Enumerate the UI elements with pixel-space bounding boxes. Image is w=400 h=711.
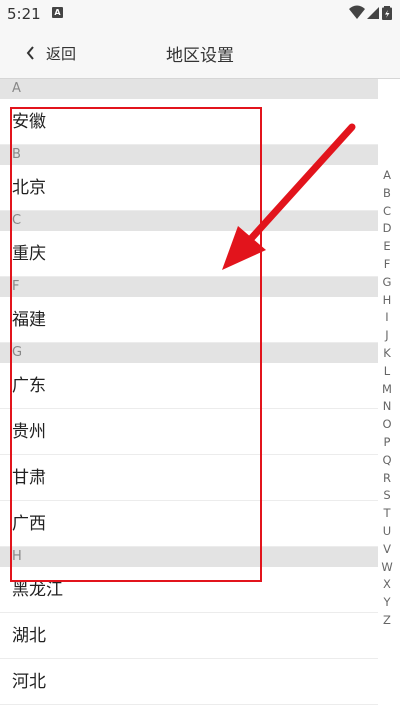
alphabet-index[interactable]: ABCDEFGHIJKLMNOPQRSTUVWXYZ xyxy=(380,167,394,630)
page-title: 地区设置 xyxy=(166,46,234,66)
alphabet-index-letter[interactable]: B xyxy=(383,185,391,203)
wifi-icon xyxy=(349,5,365,19)
region-item[interactable]: 湖北 xyxy=(0,613,378,659)
alphabet-index-letter[interactable]: G xyxy=(383,274,392,292)
section-header: C xyxy=(0,211,378,231)
region-list[interactable]: A 安徽 B 北京 C 重庆 F 福建 G 广东 贵州 甘肃 广西 H 黑龙江 湖北 河北 xyxy=(0,79,378,711)
alphabet-index-letter[interactable]: U xyxy=(383,523,391,541)
alphabet-index-letter[interactable]: C xyxy=(383,203,391,221)
alphabet-index-letter[interactable]: V xyxy=(383,541,391,559)
region-item[interactable]: 河北 xyxy=(0,659,378,705)
app-header: 返回 地区设置 xyxy=(0,28,400,79)
battery-icon xyxy=(382,6,392,20)
status-bar: 5:21 A xyxy=(0,0,400,28)
alphabet-index-letter[interactable]: E xyxy=(383,238,390,256)
region-item[interactable]: 广西 xyxy=(0,501,378,547)
alphabet-index-letter[interactable]: Q xyxy=(382,452,391,470)
signal-icon xyxy=(367,7,379,19)
alphabet-index-letter[interactable]: W xyxy=(381,559,392,577)
alphabet-index-letter[interactable]: H xyxy=(383,292,392,310)
region-item[interactable]: 黑龙江 xyxy=(0,567,378,613)
region-item[interactable]: 重庆 xyxy=(0,231,378,277)
region-item[interactable]: 福建 xyxy=(0,297,378,343)
alphabet-index-letter[interactable]: Z xyxy=(383,612,391,630)
alphabet-index-letter[interactable]: Y xyxy=(383,594,390,612)
alphabet-index-letter[interactable]: X xyxy=(383,576,391,594)
alphabet-index-letter[interactable]: P xyxy=(384,434,391,452)
section-header: G xyxy=(0,343,378,363)
region-item[interactable]: 广东 xyxy=(0,363,378,409)
section-header: F xyxy=(0,277,378,297)
section-header: H xyxy=(0,547,378,567)
region-item[interactable]: 北京 xyxy=(0,165,378,211)
region-item[interactable]: 甘肃 xyxy=(0,455,378,501)
region-item[interactable]: 安徽 xyxy=(0,99,378,145)
alphabet-index-letter[interactable]: M xyxy=(382,381,392,399)
alphabet-index-letter[interactable]: N xyxy=(383,398,392,416)
alphabet-index-letter[interactable]: I xyxy=(385,309,388,327)
alphabet-index-letter[interactable]: A xyxy=(383,167,391,185)
alphabet-index-letter[interactable]: K xyxy=(383,345,391,363)
alphabet-index-letter[interactable]: L xyxy=(384,363,390,381)
alphabet-index-letter[interactable]: J xyxy=(385,327,388,345)
alphabet-index-letter[interactable]: F xyxy=(384,256,391,274)
status-icons xyxy=(348,5,392,21)
alphabet-index-letter[interactable]: O xyxy=(382,416,391,434)
region-item[interactable]: 贵州 xyxy=(0,409,378,455)
alphabet-index-letter[interactable]: T xyxy=(383,505,390,523)
alphabet-index-letter[interactable]: D xyxy=(383,220,392,238)
alphabet-index-letter[interactable]: R xyxy=(383,470,391,488)
alphabet-index-letter[interactable]: S xyxy=(383,487,390,505)
status-time: 5:21 xyxy=(7,5,41,23)
notification-icon: A xyxy=(52,7,63,18)
section-header: A xyxy=(0,79,378,99)
section-header: B xyxy=(0,145,378,165)
